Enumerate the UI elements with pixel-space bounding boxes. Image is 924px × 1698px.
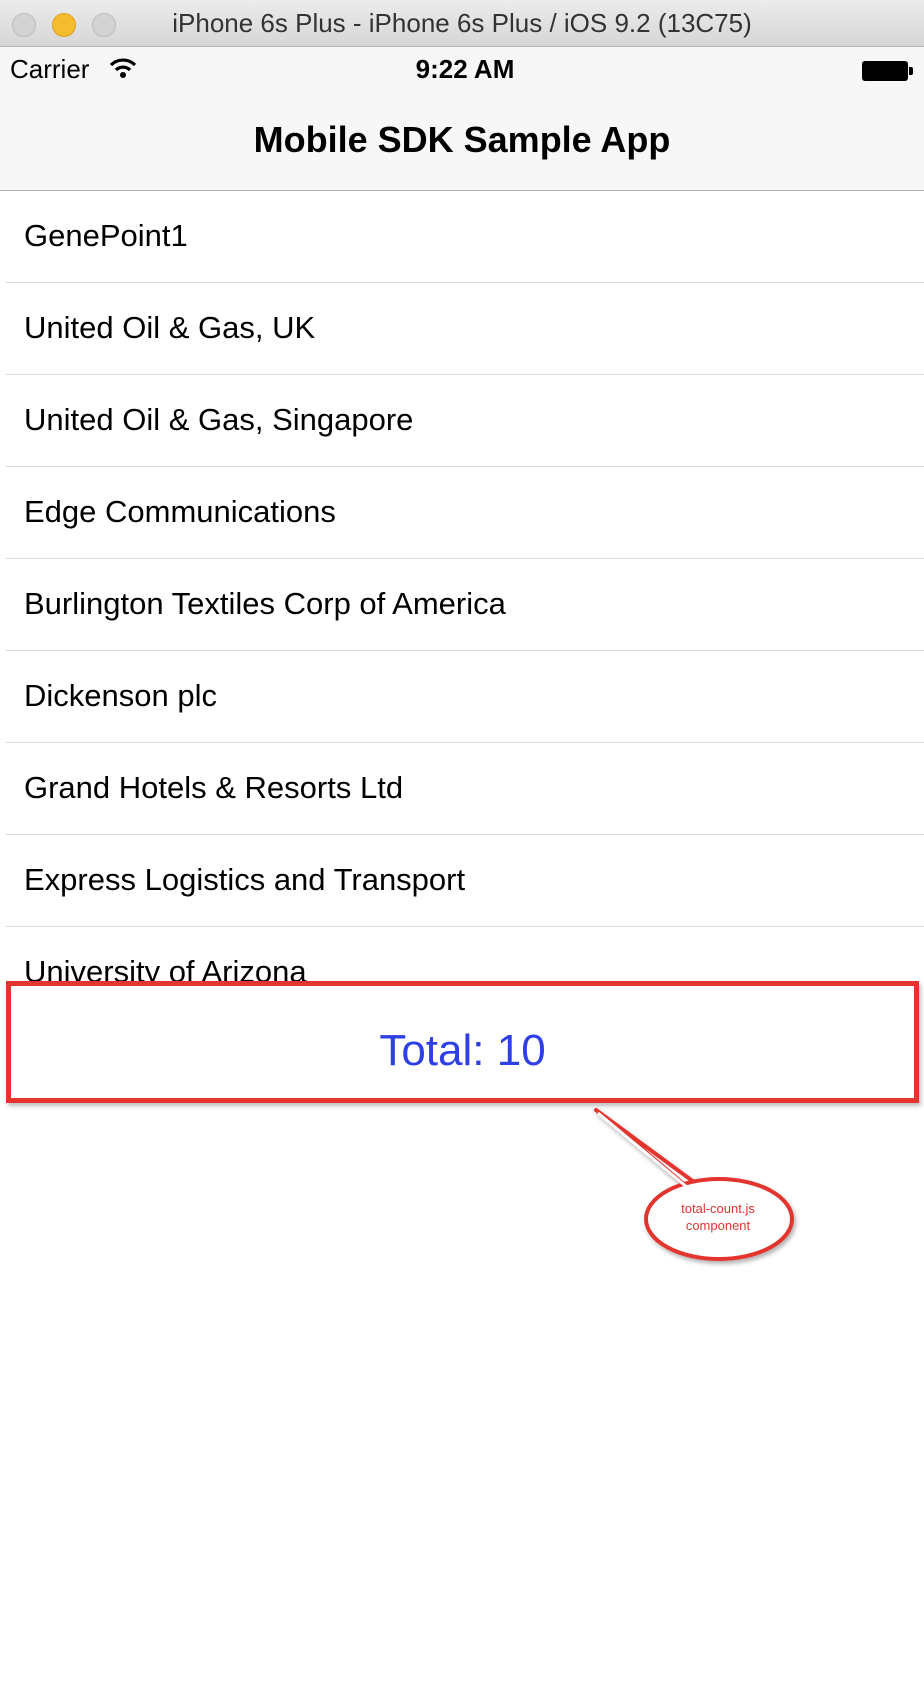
- list-item[interactable]: Grand Hotels & Resorts Ltd: [6, 743, 924, 835]
- list-item[interactable]: Dickenson plc: [6, 651, 924, 743]
- list-item-label: Burlington Textiles Corp of America: [24, 586, 506, 621]
- status-time: 9:22 AM: [415, 54, 515, 84]
- status-bar: Carrier 9:22 AM: [0, 47, 924, 91]
- list-item-label: United Oil & Gas, Singapore: [24, 402, 414, 437]
- list-item-label: Express Logistics and Transport: [24, 862, 466, 897]
- battery-icon: [862, 61, 913, 81]
- account-list[interactable]: GenePoint1 United Oil & Gas, UK United O…: [0, 191, 924, 981]
- total-count-bar: Total: 10: [6, 981, 919, 1103]
- list-item-label: Dickenson plc: [24, 678, 217, 713]
- callout-text-line2: component: [685, 1218, 751, 1233]
- simulator-titlebar: iPhone 6s Plus - iPhone 6s Plus / iOS 9.…: [0, 0, 924, 47]
- list-item[interactable]: GenePoint1: [6, 191, 924, 283]
- callout-bubble-shape: [594, 1108, 794, 1261]
- annotation-callout: total-count.js component: [580, 1108, 800, 1268]
- page-title: Mobile SDK Sample App: [253, 119, 671, 160]
- list-item[interactable]: University of Arizona: [6, 927, 924, 981]
- list-item[interactable]: Edge Communications: [6, 467, 924, 559]
- list-item[interactable]: United Oil & Gas, Singapore: [6, 375, 924, 467]
- list-item[interactable]: United Oil & Gas, UK: [6, 283, 924, 375]
- list-item-label: United Oil & Gas, UK: [24, 310, 316, 345]
- callout-text-line1: total-count.js: [681, 1201, 755, 1216]
- total-count-label: Total: 10: [379, 1026, 546, 1075]
- list-item-label: GenePoint1: [24, 218, 188, 253]
- list-item-label: Edge Communications: [24, 494, 336, 529]
- list-item[interactable]: Express Logistics and Transport: [6, 835, 924, 927]
- list-item-label: University of Arizona: [24, 954, 307, 981]
- navigation-bar: Mobile SDK Sample App: [0, 91, 924, 191]
- list-item-label: Grand Hotels & Resorts Ltd: [24, 770, 404, 805]
- window-title: iPhone 6s Plus - iPhone 6s Plus / iOS 9.…: [172, 8, 752, 38]
- list-item[interactable]: Burlington Textiles Corp of America: [6, 559, 924, 651]
